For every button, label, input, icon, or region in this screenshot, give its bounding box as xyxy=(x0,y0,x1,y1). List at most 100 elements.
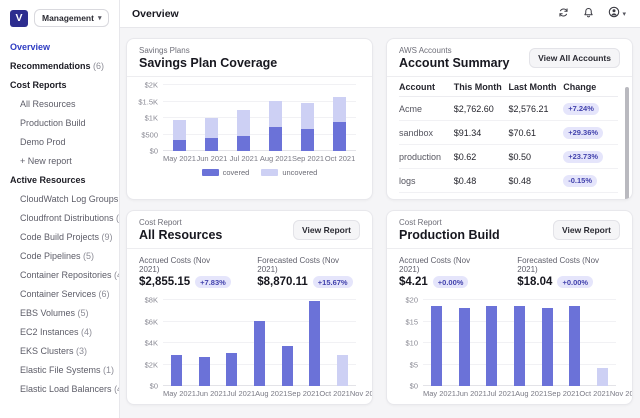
card-body: $0$2K$4K$6K$8KMay 2021Jun 2021Jul 2021Au… xyxy=(127,292,372,404)
legend-label: uncovered xyxy=(282,168,317,177)
x-axis-label: Oct 2021 xyxy=(319,389,349,398)
this-month-value: $0.48 xyxy=(454,169,509,193)
user-menu-button[interactable]: ▾ xyxy=(606,4,628,23)
sidebar-item-cloudwatch-log-groups[interactable]: CloudWatch Log Groups (56) xyxy=(0,189,119,208)
caret-down-icon: ▾ xyxy=(622,10,626,18)
sidebar-item-count: (5) xyxy=(75,308,89,318)
change-badge: +9.13% xyxy=(563,199,599,200)
bar-sep-2021 xyxy=(301,85,314,151)
bar-oct-2021 xyxy=(569,300,580,386)
forecasted-costs-stat: Forecasted Costs (Nov 2021) $18.04 +0.00… xyxy=(517,256,620,288)
legend-label: covered xyxy=(223,168,250,177)
y-axis-tick: $1K xyxy=(145,114,158,123)
sidebar-item-recommendations[interactable]: Recommendations (6) xyxy=(0,56,119,75)
accounts-table: AccountThis MonthLast MonthChange Acme$2… xyxy=(399,77,618,199)
y-axis-tick: $8K xyxy=(145,296,158,305)
sidebar-item-demo-prod[interactable]: Demo Prod xyxy=(0,132,119,151)
caret-down-icon: ▾ xyxy=(98,14,102,22)
stat-label: Accrued Costs (Nov 2021) xyxy=(139,256,231,274)
sidebar-item-production-build[interactable]: Production Build xyxy=(0,113,119,132)
bar-oct-2021 xyxy=(333,85,346,151)
topbar: Overview xyxy=(120,0,640,28)
sidebar-item-count: (4) xyxy=(112,384,120,394)
bar-segment-covered xyxy=(205,138,218,151)
notifications-button[interactable] xyxy=(581,4,596,23)
sidebar-item-cost-reports[interactable]: Cost Reports xyxy=(0,75,119,94)
column-header-change: Change xyxy=(563,77,618,97)
accounts-table-wrap: AccountThis MonthLast MonthChange Acme$2… xyxy=(387,77,632,199)
bar-segment-uncovered xyxy=(301,103,314,129)
sidebar-item-label: Production Build xyxy=(20,118,86,128)
bar-may-2021 xyxy=(431,300,442,386)
sidebar-nav: OverviewRecommendations (6) Cost Reports A… xyxy=(0,35,119,398)
refresh-icon xyxy=(558,6,569,21)
bar-segment-uncovered xyxy=(205,118,218,139)
sidebar-item-count: (6) xyxy=(91,61,105,71)
change-badge: +0.00% xyxy=(557,276,593,288)
table-row: development$0.08$0.08+9.13% xyxy=(399,193,618,200)
view-report-button[interactable]: View Report xyxy=(293,220,360,240)
x-axis-label: Jun 2021 xyxy=(456,389,487,398)
stat-label: Forecasted Costs (Nov 2021) xyxy=(517,256,620,274)
view-all-accounts-button[interactable]: View All Accounts xyxy=(529,48,620,68)
x-axis-label: Aug 2021 xyxy=(255,389,287,398)
table-scrollbar[interactable] xyxy=(625,87,629,200)
bar-segment-covered xyxy=(269,127,282,151)
workspace-dropdown[interactable]: Management ▾ xyxy=(34,9,109,27)
sidebar-item-new-report[interactable]: + New report xyxy=(0,151,119,170)
sidebar-item-count: (5) xyxy=(81,251,95,261)
stat-label: Accrued Costs (Nov 2021) xyxy=(399,256,491,274)
app-root: V Management ▾ OverviewRecommendations (… xyxy=(0,0,640,418)
bar-segment-uncovered xyxy=(269,101,282,127)
bar-segment xyxy=(254,321,265,386)
legend-swatch xyxy=(261,169,278,176)
sidebar-item-count: (4) xyxy=(112,270,120,280)
sidebar-item-elastic-load-balancers[interactable]: Elastic Load Balancers (4) xyxy=(0,379,119,398)
sidebar-item-all-resources[interactable]: All Resources xyxy=(0,94,119,113)
sidebar-item-label: Container Repositories xyxy=(20,270,112,280)
y-axis-tick: $20 xyxy=(405,296,418,305)
column-header-account: Account xyxy=(399,77,454,97)
stat-label: Forecasted Costs (Nov 2021) xyxy=(257,256,360,274)
x-axis-label: Nov 2021 xyxy=(610,389,633,398)
x-axis-label: Aug 2021 xyxy=(515,389,547,398)
change-badge: +15.67% xyxy=(313,276,353,288)
card-eyebrow: AWS Accounts xyxy=(399,46,509,55)
refresh-button[interactable] xyxy=(556,4,571,23)
user-icon xyxy=(608,6,620,21)
change-badge: +0.00% xyxy=(433,276,469,288)
bar-oct-2021 xyxy=(309,300,320,386)
table-row: Acme$2,762.60$2,576.21+7.24% xyxy=(399,97,618,121)
sidebar-item-ebs-volumes[interactable]: EBS Volumes (5) xyxy=(0,303,119,322)
bar-segment xyxy=(542,308,553,386)
bell-icon xyxy=(583,6,594,21)
sidebar-header: V Management ▾ xyxy=(0,0,119,35)
sidebar-item-ec2-instances[interactable]: EC2 Instances (4) xyxy=(0,322,119,341)
sidebar-item-container-services[interactable]: Container Services (6) xyxy=(0,284,119,303)
last-month-value: $0.48 xyxy=(509,169,564,193)
sidebar-item-code-pipelines[interactable]: Code Pipelines (5) xyxy=(0,246,119,265)
bar-nov-2021 xyxy=(597,300,608,386)
view-report-button[interactable]: View Report xyxy=(553,220,620,240)
sidebar-item-label: Cloudfront Distributions xyxy=(20,213,114,223)
sidebar-item-elastic-file-systems[interactable]: Elastic File Systems (1) xyxy=(0,360,119,379)
y-axis-tick: $10 xyxy=(405,339,418,348)
production-build-chart: $0$5$10$15$20May 2021Jun 2021Jul 2021Aug… xyxy=(393,298,620,398)
sidebar: V Management ▾ OverviewRecommendations (… xyxy=(0,0,120,418)
sidebar-item-container-repositories[interactable]: Container Repositories (4) xyxy=(0,265,119,284)
column-header-last-month: Last Month xyxy=(509,77,564,97)
bar-segment xyxy=(282,346,293,386)
account-name: Acme xyxy=(399,97,454,121)
account-name: sandbox xyxy=(399,121,454,145)
sidebar-item-label: EBS Volumes xyxy=(20,308,75,318)
sidebar-item-code-build-projects[interactable]: Code Build Projects (9) xyxy=(0,227,119,246)
bar-jun-2021 xyxy=(459,300,470,386)
sidebar-item-active-resources[interactable]: Active Resources xyxy=(0,170,119,189)
sidebar-item-overview[interactable]: Overview xyxy=(0,37,119,56)
card-title: All Resources xyxy=(139,228,222,242)
table-row: production$0.62$0.50+23.73% xyxy=(399,145,618,169)
sidebar-item-eks-clusters[interactable]: EKS Clusters (3) xyxy=(0,341,119,360)
sidebar-item-label: Cost Reports xyxy=(10,80,67,90)
sidebar-item-cloudfront-distributions[interactable]: Cloudfront Distributions (7) xyxy=(0,208,119,227)
bar-segment-covered xyxy=(301,129,314,151)
